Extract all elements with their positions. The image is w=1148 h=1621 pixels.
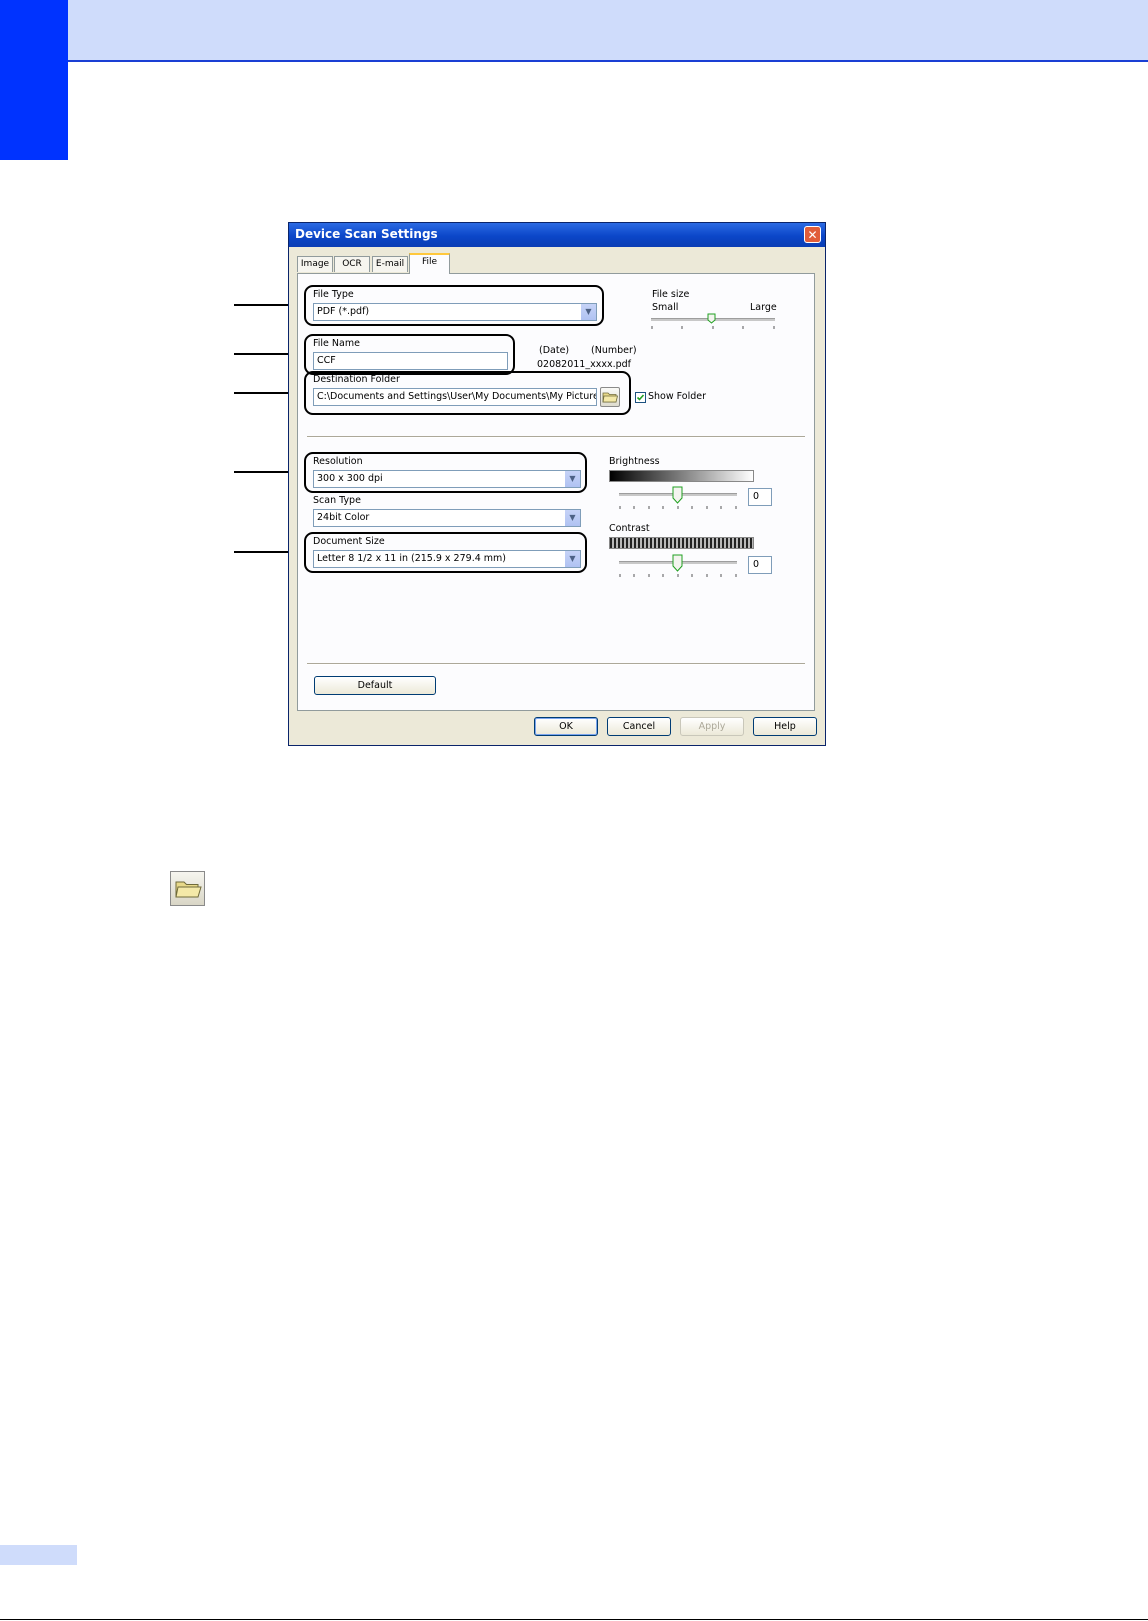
brightness-gradient (609, 470, 754, 482)
contrast-ticks (619, 574, 737, 577)
contrast-pattern (609, 537, 754, 549)
resolution-select[interactable]: 300 x 300 dpi ▼ (313, 470, 581, 488)
scan-type-select[interactable]: 24bit Color ▼ (313, 509, 581, 527)
tab-email[interactable]: E-mail (372, 256, 408, 272)
resolution-label: Resolution (313, 456, 363, 467)
tab-file[interactable]: File (409, 253, 450, 274)
file-type-value: PDF (*.pdf) (317, 306, 370, 317)
file-type-select[interactable]: PDF (*.pdf) ▼ (313, 303, 597, 321)
scan-type-label: Scan Type (313, 495, 361, 506)
resolution-value: 300 x 300 dpi (317, 473, 383, 484)
brightness-label: Brightness (609, 456, 660, 467)
file-type-label: File Type (313, 289, 354, 300)
file-size-large-label: Large (750, 302, 777, 313)
folder-icon (175, 881, 202, 898)
page-number-band (0, 1545, 77, 1565)
brightness-value-field[interactable]: 0 (748, 488, 772, 506)
contrast-label: Contrast (609, 523, 650, 534)
title-bar[interactable]: Device Scan Settings ✕ (289, 223, 825, 247)
section-divider (307, 436, 805, 438)
show-folder-checkbox[interactable] (635, 392, 646, 403)
default-button[interactable]: Default (314, 676, 436, 695)
document-size-label: Document Size (313, 536, 385, 547)
tab-ocr[interactable]: OCR (334, 256, 370, 272)
file-size-ticks (651, 326, 775, 329)
document-size-select[interactable]: Letter 8 1/2 x 11 in (215.9 x 279.4 mm) … (313, 550, 581, 568)
file-size-label: File size (652, 289, 690, 300)
document-size-value: Letter 8 1/2 x 11 in (215.9 x 279.4 mm) (317, 553, 506, 564)
chevron-down-icon: ▼ (564, 551, 580, 567)
brightness-slider-thumb[interactable] (672, 486, 683, 504)
device-scan-settings-dialog: Device Scan Settings ✕ Image OCR E-mail … (288, 222, 826, 746)
show-folder-label: Show Folder (648, 391, 707, 402)
chevron-down-icon: ▼ (564, 471, 580, 487)
ok-button[interactable]: OK (534, 717, 598, 736)
file-name-date-label: (Date) (539, 345, 570, 356)
file-size-small-label: Small (652, 302, 679, 313)
destination-folder-label: Destination Folder (313, 374, 400, 385)
contrast-value-field[interactable]: 0 (748, 556, 772, 574)
chevron-down-icon: ▼ (564, 510, 580, 526)
bottom-divider (307, 663, 805, 665)
tab-image[interactable]: Image (297, 256, 333, 272)
contrast-slider-thumb[interactable] (672, 554, 683, 572)
folder-icon (602, 392, 619, 403)
file-name-input[interactable]: CCF (313, 352, 508, 370)
close-button[interactable]: ✕ (804, 226, 821, 243)
chevron-down-icon: ▼ (580, 304, 596, 320)
help-button[interactable]: Help (753, 717, 817, 736)
page-header-band (0, 0, 1148, 62)
file-name-label: File Name (313, 338, 360, 349)
brightness-ticks (619, 506, 737, 509)
file-size-slider-thumb[interactable] (707, 313, 716, 324)
cancel-button[interactable]: Cancel (607, 717, 671, 736)
file-name-example: 02082011_xxxx.pdf (537, 359, 632, 370)
file-name-number-label: (Number) (591, 345, 637, 356)
destination-folder-input[interactable]: C:\Documents and Settings\User\My Docume… (313, 388, 597, 406)
footer-rule (0, 1619, 1148, 1620)
checkmark-icon (636, 394, 645, 401)
apply-button[interactable]: Apply (680, 717, 744, 736)
browse-folder-button[interactable] (600, 387, 620, 407)
folder-button-illustration (170, 871, 205, 906)
dialog-title: Device Scan Settings (295, 227, 438, 241)
scan-type-value: 24bit Color (317, 512, 370, 523)
chapter-side-tab (0, 0, 68, 160)
